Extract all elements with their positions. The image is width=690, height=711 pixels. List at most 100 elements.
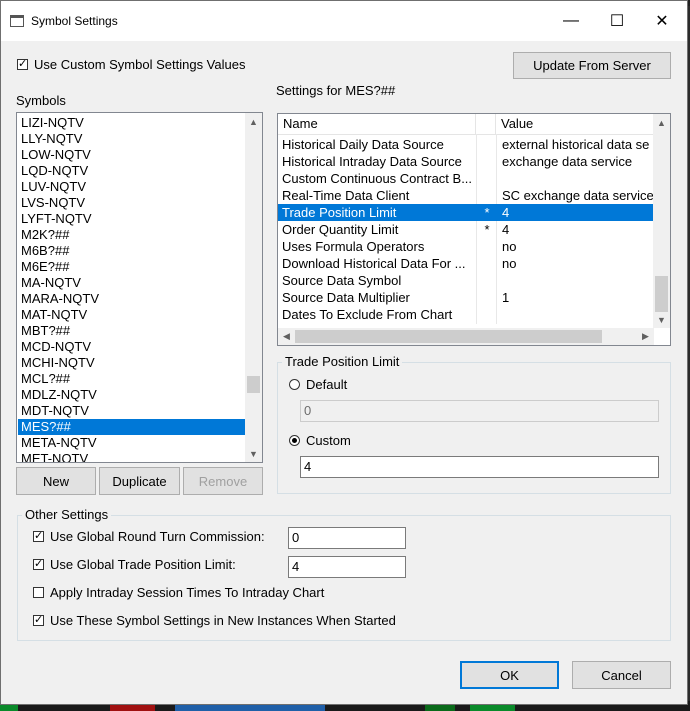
- default-radio[interactable]: [289, 379, 300, 390]
- round-turn-label: Use Global Round Turn Commission:: [50, 529, 265, 544]
- settings-row[interactable]: Custom Continuous Contract B...: [278, 170, 654, 187]
- settings-row[interactable]: Download Historical Data For ... no: [278, 255, 654, 272]
- symbol-list-item[interactable]: M2K?##: [18, 227, 246, 243]
- settings-row[interactable]: Real-Time Data Client SC exchange data se…: [278, 187, 654, 204]
- grid-hscrollbar[interactable]: ◀ ▶: [278, 328, 654, 345]
- setting-modified-mark: [478, 272, 496, 289]
- symbol-settings-dialog: Symbol Settings — ☐ ✕ ✓ Use Custom Symbo…: [0, 0, 688, 705]
- symbols-scrollbar[interactable]: ▲ ▼: [245, 113, 262, 462]
- symbol-list-item[interactable]: MES?##: [18, 419, 246, 435]
- settings-row[interactable]: Dates To Exclude From Chart: [278, 306, 654, 323]
- custom-value-field[interactable]: 4: [300, 456, 659, 478]
- update-from-server-button[interactable]: Update From Server: [513, 52, 671, 79]
- symbols-list[interactable]: LIZI-NQTV LLY-NQTV LOW-NQTV LQD-NQTV LUV-NQT…: [16, 112, 263, 463]
- symbol-list-item[interactable]: MARA-NQTV: [18, 291, 246, 307]
- symbol-list-item[interactable]: LIZI-NQTV: [18, 115, 246, 131]
- setting-value: [502, 170, 660, 187]
- use-custom-checkbox[interactable]: ✓: [17, 59, 28, 70]
- remove-button[interactable]: Remove: [183, 467, 263, 495]
- trade-position-field[interactable]: 4: [288, 556, 406, 578]
- symbol-list-item[interactable]: MDLZ-NQTV: [18, 387, 246, 403]
- setting-modified-mark: [478, 187, 496, 204]
- new-button[interactable]: New: [16, 467, 96, 495]
- symbol-list-item[interactable]: MCL?##: [18, 371, 246, 387]
- settings-row[interactable]: Historical Daily Data Source external his…: [278, 136, 654, 153]
- duplicate-button[interactable]: Duplicate: [99, 467, 180, 495]
- mark-column-header[interactable]: [476, 114, 496, 134]
- use-custom-label: Use Custom Symbol Settings Values: [34, 57, 246, 72]
- setting-modified-mark: [478, 153, 496, 170]
- new-instances-label: Use These Symbol Settings in New Instanc…: [50, 613, 396, 628]
- settings-row[interactable]: Source Data Multiplier 1: [278, 289, 654, 306]
- value-column-header[interactable]: Value: [496, 114, 654, 134]
- symbol-list-item[interactable]: LLY-NQTV: [18, 131, 246, 147]
- setting-modified-mark: [478, 255, 496, 272]
- symbol-list-item[interactable]: MCD-NQTV: [18, 339, 246, 355]
- symbol-list-item[interactable]: MAT-NQTV: [18, 307, 246, 323]
- setting-value: [502, 272, 660, 289]
- scroll-left-icon[interactable]: ◀: [278, 328, 295, 345]
- settings-for-label: Settings for MES?##: [276, 83, 396, 98]
- symbol-list-item[interactable]: LUV-NQTV: [18, 179, 246, 195]
- setting-modified-mark: *: [484, 205, 490, 220]
- setting-modified-mark: [478, 136, 496, 153]
- name-column-header[interactable]: Name: [278, 114, 476, 134]
- symbol-list-item[interactable]: LQD-NQTV: [18, 163, 246, 179]
- setting-name: Download Historical Data For ...: [282, 256, 466, 271]
- window-icon: [10, 15, 24, 27]
- round-turn-field[interactable]: 0: [288, 527, 406, 549]
- maximize-button[interactable]: ☐: [597, 6, 637, 36]
- setting-value: SC exchange data service: [502, 188, 654, 203]
- symbol-list-item[interactable]: LVS-NQTV: [18, 195, 246, 211]
- scrollbar-thumb[interactable]: [247, 376, 260, 393]
- scroll-down-icon[interactable]: ▼: [653, 311, 670, 328]
- scroll-right-icon[interactable]: ▶: [637, 328, 654, 345]
- setting-value: 4: [502, 205, 510, 220]
- setting-name: Source Data Symbol: [282, 273, 402, 288]
- cancel-button[interactable]: Cancel: [572, 661, 671, 689]
- minimize-button[interactable]: —: [551, 6, 591, 36]
- trade-position-limit-legend: Trade Position Limit: [282, 354, 403, 369]
- symbol-list-item[interactable]: M6E?##: [18, 259, 246, 275]
- scrollbar-thumb[interactable]: [295, 330, 602, 343]
- symbol-list-item[interactable]: M6B?##: [18, 243, 246, 259]
- settings-row[interactable]: Source Data Symbol: [278, 272, 654, 289]
- symbol-list-item[interactable]: MBT?##: [18, 323, 246, 339]
- session-times-checkbox[interactable]: [33, 587, 44, 598]
- custom-radio[interactable]: [289, 435, 300, 446]
- settings-row[interactable]: Uses Formula Operators no: [278, 238, 654, 255]
- setting-name: Custom Continuous Contract B...: [282, 171, 473, 186]
- settings-row[interactable]: Trade Position Limit * 4: [278, 204, 654, 221]
- setting-name: Real-Time Data Client: [282, 188, 410, 203]
- trade-position-checkbox[interactable]: ✓: [33, 559, 44, 570]
- settings-grid[interactable]: Name Value Historical Daily Data Source e…: [277, 113, 671, 346]
- ok-button[interactable]: OK: [460, 661, 559, 689]
- setting-modified-mark: [478, 170, 496, 187]
- symbol-list-item[interactable]: MCHI-NQTV: [18, 355, 246, 371]
- new-instances-checkbox[interactable]: ✓: [33, 615, 44, 626]
- close-button[interactable]: ✕: [642, 6, 682, 36]
- symbols-label: Symbols: [16, 93, 66, 108]
- settings-row[interactable]: Order Quantity Limit * 4: [278, 221, 654, 238]
- scrollbar-thumb[interactable]: [655, 276, 668, 312]
- session-times-label: Apply Intraday Session Times To Intraday…: [50, 585, 325, 600]
- round-turn-checkbox[interactable]: ✓: [33, 531, 44, 542]
- symbol-list-item[interactable]: META-NQTV: [18, 435, 246, 451]
- scroll-up-icon[interactable]: ▲: [653, 114, 670, 131]
- grid-header: Name Value: [278, 114, 654, 135]
- symbol-list-item[interactable]: MET-NQTV: [18, 451, 246, 462]
- scroll-down-icon[interactable]: ▼: [245, 445, 262, 462]
- setting-modified-mark: [478, 289, 496, 306]
- symbol-list-item[interactable]: LYFT-NQTV: [18, 211, 246, 227]
- setting-value: external historical data se: [502, 137, 650, 152]
- symbol-list-item[interactable]: LOW-NQTV: [18, 147, 246, 163]
- symbol-list-item[interactable]: MDT-NQTV: [18, 403, 246, 419]
- settings-row[interactable]: Historical Intraday Data Source exchange …: [278, 153, 654, 170]
- scroll-up-icon[interactable]: ▲: [245, 113, 262, 130]
- default-value-field: 0: [300, 400, 659, 422]
- grid-vscrollbar[interactable]: ▲ ▼: [653, 114, 670, 328]
- setting-name: Historical Intraday Data Source: [282, 154, 462, 169]
- default-radio-label: Default: [306, 377, 348, 392]
- setting-name: Dates To Exclude From Chart: [282, 307, 453, 322]
- symbol-list-item[interactable]: MA-NQTV: [18, 275, 246, 291]
